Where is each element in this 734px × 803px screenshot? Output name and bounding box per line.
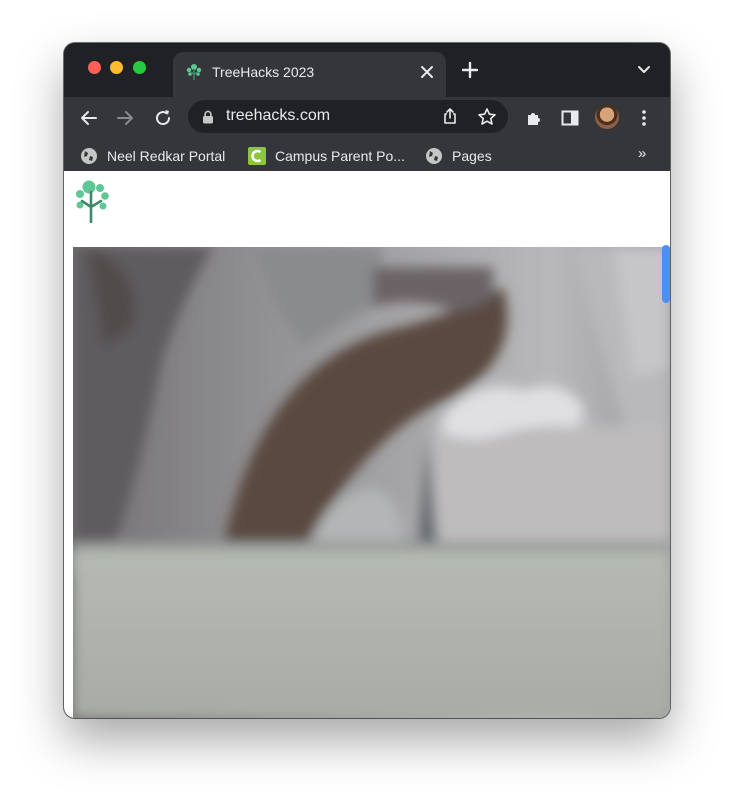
tab-close-icon[interactable]	[418, 63, 436, 81]
bookmark-label: Pages	[452, 148, 492, 164]
address-text[interactable]: treehacks.com	[226, 107, 330, 125]
tab-strip: TreeHacks 2023	[64, 43, 670, 97]
bookmarks-overflow-chevron-icon[interactable]: »	[638, 145, 646, 162]
forward-arrow-icon[interactable]	[115, 108, 135, 128]
browser-window: TreeHacks 2023 treehacks.com Neel Redkar…	[64, 43, 670, 718]
omnibox[interactable]: treehacks.com	[188, 100, 508, 133]
lock-icon[interactable]	[202, 110, 214, 124]
new-tab-icon[interactable]	[461, 61, 479, 79]
treehacks-logo[interactable]	[72, 179, 112, 223]
bookmark-pages[interactable]: Pages	[425, 146, 505, 166]
reload-icon[interactable]	[153, 108, 173, 128]
side-panel-icon[interactable]	[560, 108, 580, 128]
more-menu-icon[interactable]	[634, 108, 654, 128]
campus-c-icon	[248, 147, 266, 165]
webcam-video	[73, 247, 670, 718]
blurred-camera-frame	[73, 247, 670, 718]
scrollbar-thumb[interactable]	[662, 245, 670, 303]
extensions-puzzle-icon[interactable]	[524, 108, 544, 128]
bookmark-campus-parent-portal[interactable]: Campus Parent Po...	[248, 146, 408, 166]
page-content	[64, 171, 670, 718]
bookmark-star-icon[interactable]	[477, 107, 497, 127]
window-maximize-button[interactable]	[133, 61, 146, 74]
tab-treehacks[interactable]: TreeHacks 2023	[173, 52, 446, 97]
treehacks-favicon-icon	[186, 64, 202, 80]
profile-avatar[interactable]	[595, 105, 619, 129]
back-arrow-icon[interactable]	[79, 108, 99, 128]
bookmark-label: Neel Redkar Portal	[107, 148, 226, 164]
share-icon[interactable]	[441, 107, 459, 125]
bookmark-label: Campus Parent Po...	[275, 148, 405, 164]
window-close-button[interactable]	[88, 61, 101, 74]
toolbar: treehacks.com	[64, 97, 670, 139]
tab-title: TreeHacks 2023	[212, 64, 315, 80]
window-minimize-button[interactable]	[110, 61, 123, 74]
globe-icon	[426, 148, 442, 164]
bookmarks-bar: Neel Redkar Portal Campus Parent Po... P…	[64, 139, 670, 172]
tab-search-chevron-icon[interactable]	[636, 63, 652, 77]
globe-icon	[81, 148, 97, 164]
bookmark-neel-redkar-portal[interactable]: Neel Redkar Portal	[80, 146, 235, 166]
